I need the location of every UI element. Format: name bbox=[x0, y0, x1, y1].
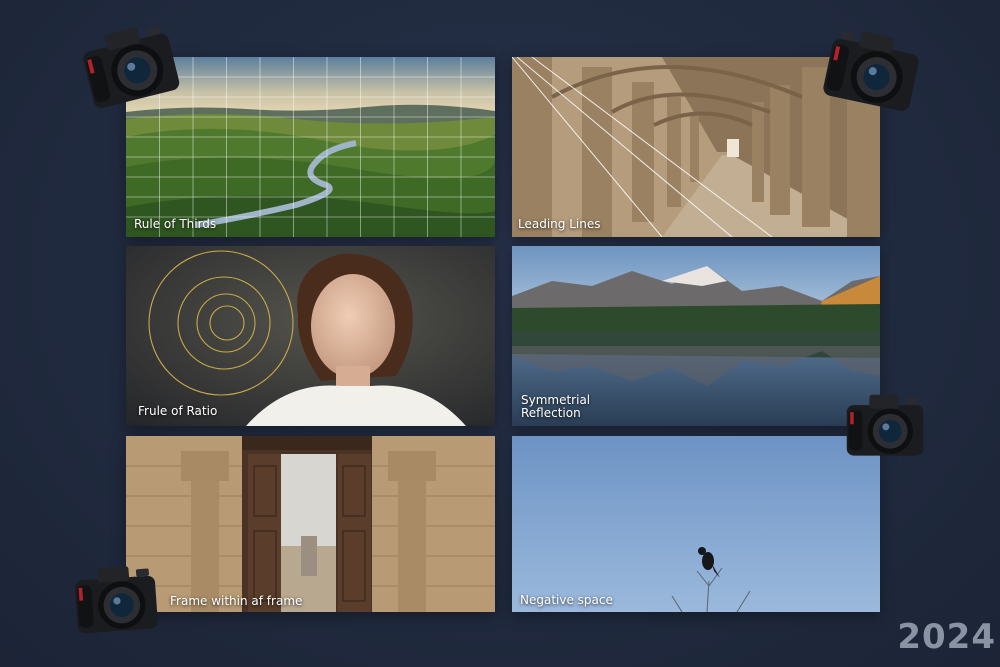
panel-negative-space[interactable]: Negative space bbox=[512, 436, 880, 612]
panel-caption: Frule of Ratio bbox=[138, 404, 218, 418]
portrait-woman-image bbox=[126, 246, 495, 426]
panel-rule-of-ratio[interactable]: Frule of Ratio bbox=[126, 246, 495, 426]
doorway-frame-image bbox=[126, 436, 495, 612]
bird-sky-image bbox=[512, 436, 880, 612]
caption-line-1: Symmetrial bbox=[521, 393, 591, 407]
year-label: 2024 bbox=[897, 617, 996, 657]
caption-line-2: Reflection bbox=[521, 406, 581, 420]
panel-caption: Rule of Thirds bbox=[134, 217, 217, 231]
panel-symmetrical-reflection[interactable]: Symmetrial Reflection bbox=[512, 246, 880, 426]
panel-caption: Symmetrial Reflection bbox=[521, 394, 590, 420]
panel-caption: Negative space bbox=[520, 593, 613, 607]
panel-caption: Frame within af frame bbox=[170, 594, 303, 608]
panel-frame-within-frame[interactable]: Frame within af frame bbox=[126, 436, 495, 612]
background: Rule of Thirds Leading Lines Frule of Ra… bbox=[0, 0, 1000, 667]
camera-icon bbox=[838, 386, 932, 466]
camera-icon bbox=[65, 555, 167, 645]
panel-caption: Leading Lines bbox=[518, 217, 601, 231]
